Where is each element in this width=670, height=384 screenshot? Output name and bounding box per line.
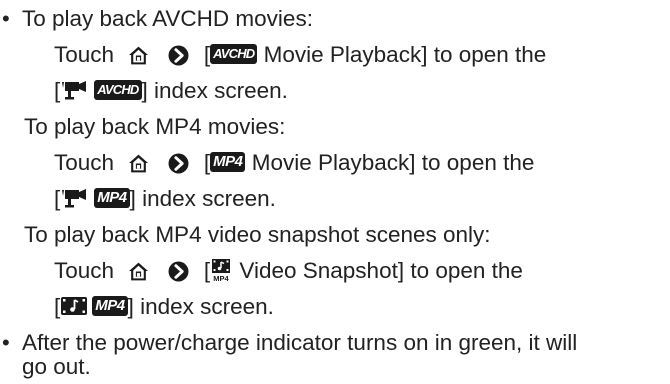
movie-camera-icon (62, 81, 87, 100)
arrow-right-icon (168, 153, 189, 174)
avchd-index-line: [ AVCHD] index screen. (54, 74, 288, 108)
video-snapshot-icon: MP4 (212, 259, 231, 282)
snapshot-heading: To play back MP4 video snapshot scenes o… (24, 222, 491, 247)
mp4-index-line: [ MP4] index screen. (54, 182, 276, 216)
home-icon (129, 262, 149, 280)
mp4-heading: To play back MP4 movies: (24, 114, 286, 139)
snapshot-instruction: Touch [ MP4 Video Snapshot] to open the (54, 254, 523, 288)
avchd-badge: AVCHD (210, 44, 258, 65)
snapshot-index-text: ] index screen. (127, 294, 274, 319)
movie-camera-icon (62, 189, 87, 208)
avchd-index-text: ] index screen. (141, 78, 288, 103)
avchd-index-badge: AVCHD (94, 80, 142, 101)
snapshot-icon-sub-label: MP4 (213, 274, 229, 282)
power-indicator-note-line1: After the power/charge indicator turns o… (22, 330, 578, 355)
video-snapshot-icon (61, 297, 88, 316)
touch-text: Touch (54, 42, 115, 67)
avchd-instruction: Touch [AVCHD Movie Playback] to open the (54, 38, 546, 72)
video-snapshot-label: Video Snapshot] to open the (233, 258, 523, 283)
mp4-badge: MP4 (210, 152, 246, 173)
power-indicator-note-line2: go out. (22, 354, 91, 379)
mp4-index-text: ] index screen. (129, 186, 276, 211)
mp4-index-badge: MP4 (94, 188, 130, 209)
touch-text: Touch (54, 150, 115, 175)
snapshot-index-line: [ MP4] index screen. (54, 290, 274, 324)
bullet-marker: • (2, 330, 10, 355)
snapshot-index-badge: MP4 (92, 296, 128, 317)
avchd-heading: To play back AVCHD movies: (22, 6, 313, 31)
mp4-movie-playback-label: Movie Playback] to open the (245, 150, 535, 175)
home-icon (129, 46, 149, 64)
touch-text: Touch (54, 258, 115, 283)
arrow-right-icon (168, 261, 189, 282)
arrow-right-icon (168, 45, 189, 66)
avchd-movie-playback-label: Movie Playback] to open the (257, 42, 547, 67)
home-icon (129, 154, 149, 172)
mp4-instruction: Touch [MP4 Movie Playback] to open the (54, 146, 534, 180)
bullet-marker: • (2, 6, 10, 31)
